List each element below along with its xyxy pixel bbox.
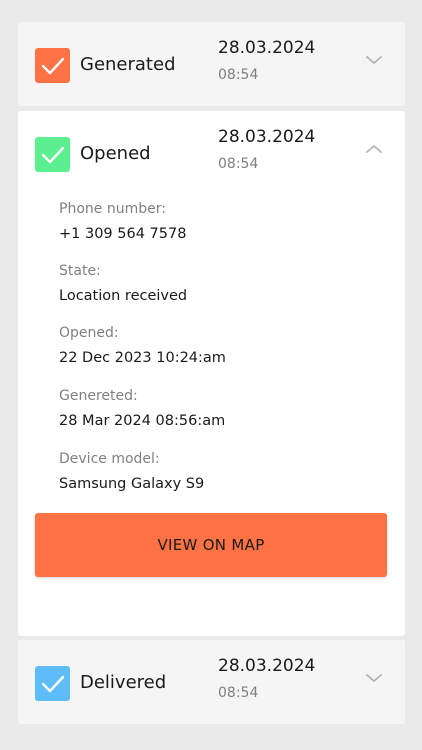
field-value: +1 309 564 7578 — [59, 226, 187, 242]
field-generated: Genereted: 28 Mar 2024 08:56:am — [59, 388, 225, 429]
field-label: State: — [59, 263, 101, 279]
field-label: Phone number: — [59, 201, 166, 217]
checkbox-opened[interactable] — [35, 137, 70, 172]
field-state: State: Location received — [59, 263, 187, 304]
status-label: Opened — [80, 143, 151, 164]
view-on-map-button[interactable]: VIEW ON MAP — [35, 513, 387, 577]
status-label: Delivered — [80, 672, 167, 693]
field-value: Location received — [59, 288, 188, 304]
chevron-down-icon[interactable] — [365, 54, 383, 66]
chevron-down-icon[interactable] — [365, 672, 383, 684]
field-value: 22 Dec 2023 10:24:am — [59, 350, 226, 366]
field-device-model: Device model: Samsung Galaxy S9 — [59, 451, 204, 492]
status-time: 08:54 — [218, 156, 259, 172]
field-value: Samsung Galaxy S9 — [59, 476, 205, 492]
status-time: 08:54 — [218, 685, 259, 701]
status-card-opened[interactable]: Opened 28.03.2024 08:54 Phone number: +1… — [18, 111, 405, 636]
field-label: Genereted: — [59, 388, 138, 404]
status-date: 28.03.2024 — [218, 127, 316, 147]
field-label: Device model: — [59, 451, 160, 467]
field-value: 28 Mar 2024 08:56:am — [59, 413, 226, 429]
check-icon — [41, 146, 65, 164]
checkbox-generated[interactable] — [35, 48, 70, 83]
status-date: 28.03.2024 — [218, 656, 316, 676]
checkbox-delivered[interactable] — [35, 666, 70, 701]
status-label: Generated — [80, 54, 176, 75]
chevron-up-icon[interactable] — [365, 143, 383, 155]
status-card-delivered[interactable]: Delivered 28.03.2024 08:54 — [18, 640, 405, 724]
status-date: 28.03.2024 — [218, 38, 316, 58]
status-time: 08:54 — [218, 67, 259, 83]
check-icon — [41, 675, 65, 693]
field-label: Opened: — [59, 325, 119, 341]
field-opened: Opened: 22 Dec 2023 10:24:am — [59, 325, 226, 366]
field-phone-number: Phone number: +1 309 564 7578 — [59, 201, 186, 242]
check-icon — [41, 57, 65, 75]
status-card-generated[interactable]: Generated 28.03.2024 08:54 — [18, 22, 405, 106]
